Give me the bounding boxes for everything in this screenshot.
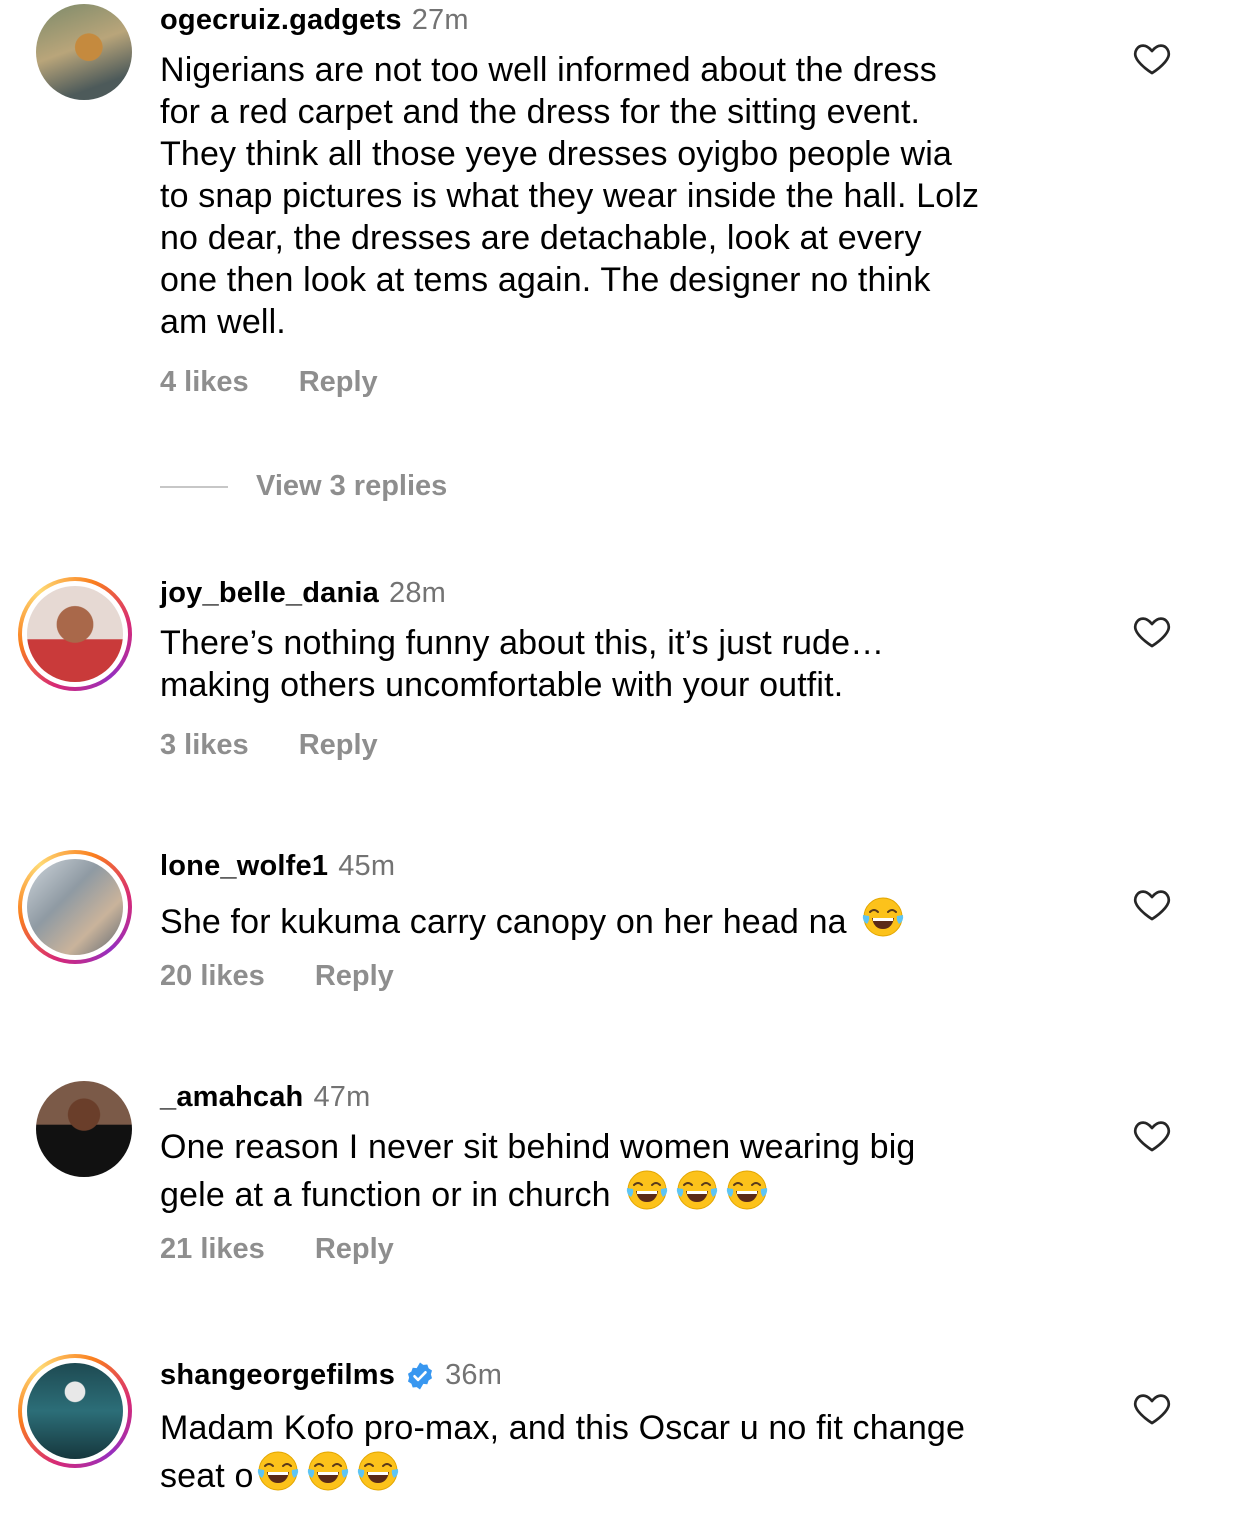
comment-text-line: gele at a function or in church — [160, 1168, 1090, 1216]
comment-text-line: making others uncomfortable with your ou… — [160, 666, 844, 704]
avatar-ring — [22, 854, 128, 960]
reply-button[interactable]: Reply — [315, 1233, 394, 1266]
avatar[interactable] — [36, 1081, 132, 1177]
tears-of-joy-emoji-icon — [725, 1168, 769, 1212]
comment-header: _amahcah 47m — [160, 1081, 370, 1114]
reply-button[interactable]: Reply — [315, 960, 394, 993]
username-link[interactable]: shangeorgefilms — [160, 1359, 395, 1392]
likes-count[interactable]: 21 likes — [160, 1233, 265, 1266]
view-replies-label: View 3 replies — [256, 470, 448, 502]
comment-text-line: seat o — [160, 1449, 1090, 1497]
heart-icon[interactable] — [1133, 1390, 1171, 1426]
tears-of-joy-emoji-icon — [675, 1168, 719, 1212]
comment-text: One reason I never sit behind women wear… — [160, 1126, 1090, 1216]
avatar[interactable] — [36, 4, 132, 100]
comment-timestamp: 27m — [411, 4, 469, 36]
heart-icon[interactable] — [1133, 886, 1171, 922]
comment-text: Madam Kofo pro-max, and this Oscar u no … — [160, 1407, 1090, 1497]
tears-of-joy-emoji-icon — [306, 1449, 350, 1493]
comment-header: ogecruiz.gadgets 27m — [160, 4, 469, 37]
comment-header: lone_wolfe1 45m — [160, 850, 395, 883]
avatar[interactable] — [18, 1354, 132, 1468]
replies-divider — [160, 485, 228, 488]
reply-button[interactable]: Reply — [299, 366, 378, 399]
tears-of-joy-emoji-icon — [625, 1168, 669, 1212]
avatar-image — [27, 586, 123, 682]
heart-icon[interactable] — [1133, 40, 1171, 76]
comment-timestamp: 28m — [389, 577, 447, 609]
username-link[interactable]: _amahcah — [160, 1081, 303, 1114]
verified-badge-icon — [408, 1362, 433, 1389]
comment-meta: 20 likes Reply — [160, 960, 394, 993]
comment-text-line: am well. — [160, 303, 286, 341]
likes-count[interactable]: 20 likes — [160, 960, 265, 993]
comment-text: Nigerians are not too well informed abou… — [160, 49, 1090, 343]
avatar-image — [27, 859, 123, 955]
comment-timestamp: 47m — [313, 1081, 371, 1113]
comment-header: joy_belle_dania 28m — [160, 577, 446, 610]
comment-text-segment: seat o — [160, 1457, 254, 1495]
tears-of-joy-emoji-icon — [861, 895, 905, 939]
heart-icon[interactable] — [1133, 1117, 1171, 1153]
comment-text-segment: She for kukuma carry canopy on her head … — [160, 903, 847, 941]
comment-text: There’s nothing funny about this, it’s j… — [160, 622, 1090, 706]
comment-text-line: There’s nothing funny about this, it’s j… — [160, 624, 885, 662]
comment-text-line: Nigerians are not too well informed abou… — [160, 51, 937, 89]
avatar[interactable] — [18, 577, 132, 691]
comment-text-line: no dear, the dresses are detachable, loo… — [160, 219, 922, 257]
comment-header: shangeorgefilms 36m — [160, 1359, 502, 1392]
tears-of-joy-emoji-icon — [356, 1449, 400, 1493]
username-link[interactable]: lone_wolfe1 — [160, 850, 328, 883]
heart-icon[interactable] — [1133, 613, 1171, 649]
avatar[interactable] — [18, 850, 132, 964]
avatar-ring — [22, 1358, 128, 1464]
comment-text-line: to snap pictures is what they wear insid… — [160, 177, 980, 215]
avatar-image — [27, 1363, 123, 1459]
comment-meta: 3 likes Reply — [160, 729, 378, 762]
avatar-image — [36, 1081, 132, 1177]
tears-of-joy-emoji-icon — [256, 1449, 300, 1493]
username-link[interactable]: joy_belle_dania — [160, 577, 379, 610]
comment-text-line: one then look at tems again. The designe… — [160, 261, 931, 299]
view-replies-button[interactable]: View 3 replies — [160, 470, 447, 503]
comment-text-line: She for kukuma carry canopy on her head … — [160, 895, 1090, 943]
likes-count[interactable]: 3 likes — [160, 729, 249, 762]
avatar-ring — [22, 581, 128, 687]
reply-button[interactable]: Reply — [299, 729, 378, 762]
comment-meta: 4 likes Reply — [160, 366, 378, 399]
comment-text: She for kukuma carry canopy on her head … — [160, 895, 1090, 943]
comment-text-line: for a red carpet and the dress for the s… — [160, 93, 921, 131]
avatar-image — [36, 4, 132, 100]
likes-count[interactable]: 4 likes — [160, 366, 249, 399]
comment-meta: 21 likes Reply — [160, 1233, 394, 1266]
username-link[interactable]: ogecruiz.gadgets — [160, 4, 402, 37]
comment-text-line: One reason I never sit behind women wear… — [160, 1128, 916, 1166]
comment-timestamp: 36m — [445, 1359, 503, 1391]
comment-text-line: Madam Kofo pro-max, and this Oscar u no … — [160, 1409, 966, 1447]
comment-text-line: They think all those yeye dresses oyigbo… — [160, 135, 952, 173]
comment-text-segment: gele at a function or in church — [160, 1176, 611, 1214]
comment-timestamp: 45m — [338, 850, 396, 882]
